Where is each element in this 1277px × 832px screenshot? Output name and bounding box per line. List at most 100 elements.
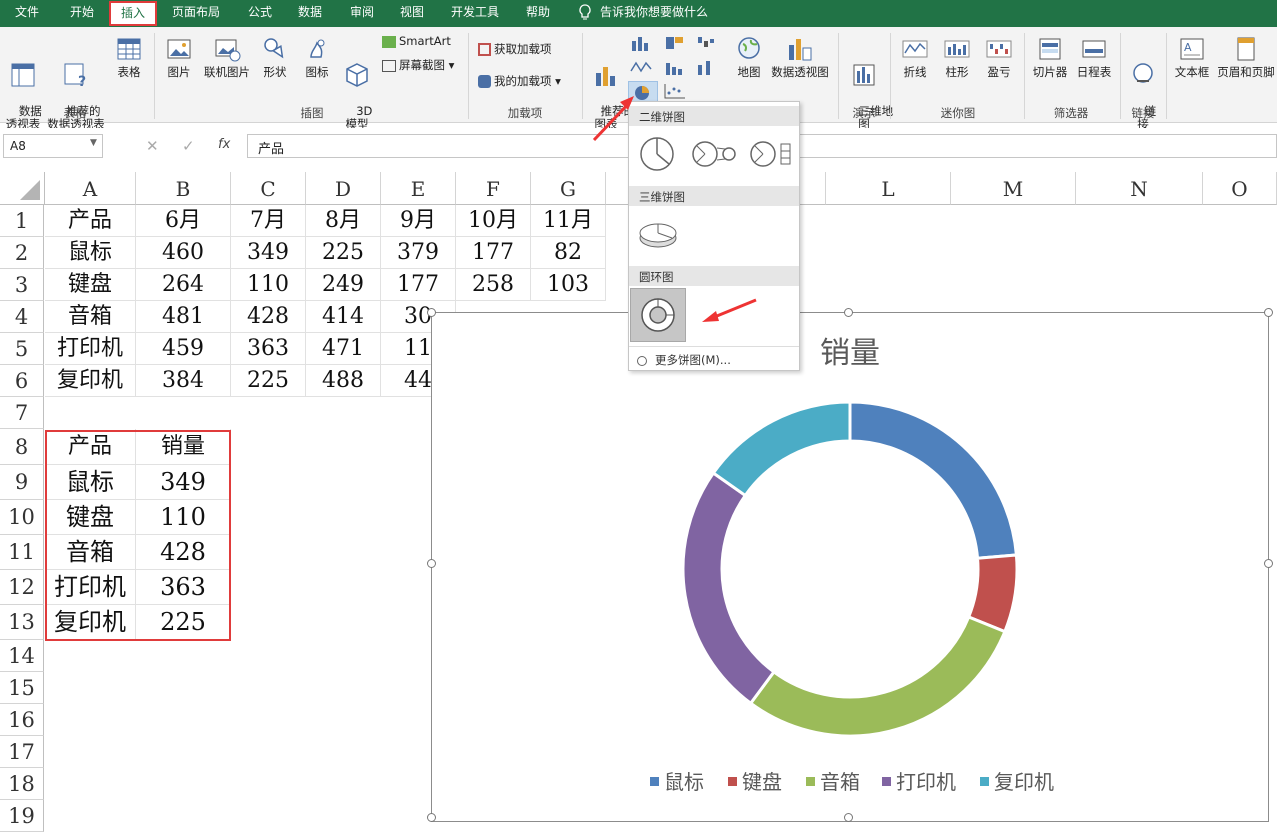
row-header[interactable]: 2: [0, 237, 44, 269]
column-header[interactable]: G: [531, 172, 606, 205]
resize-handle-sw[interactable]: [427, 813, 436, 822]
screenshot-button[interactable]: 屏幕截图 ▾: [382, 59, 454, 72]
donut-chart[interactable]: 销量 鼠标 键盘 音箱 打印机 复印机: [431, 312, 1269, 822]
donut-slice-2[interactable]: [748, 615, 1007, 738]
row-header[interactable]: 1: [0, 205, 44, 237]
column-header[interactable]: C: [231, 172, 306, 205]
row-header[interactable]: 19: [0, 800, 44, 832]
textbox-button[interactable]: A 文本框: [1172, 35, 1212, 79]
cell[interactable]: 384: [136, 365, 231, 397]
chevron-down-icon[interactable]: ▼: [90, 138, 97, 148]
row-header[interactable]: 3: [0, 269, 44, 301]
cell[interactable]: 488: [306, 365, 381, 397]
tab-file[interactable]: 文件: [8, 0, 46, 27]
row-header[interactable]: 8: [0, 429, 44, 465]
tab-formulas[interactable]: 公式: [240, 0, 280, 27]
cell[interactable]: 258: [456, 269, 531, 301]
row-header[interactable]: 7: [0, 397, 44, 429]
donut-option[interactable]: [630, 288, 686, 342]
slicer-button[interactable]: 切片器: [1030, 35, 1070, 79]
row-header[interactable]: 15: [0, 672, 44, 704]
waterfall-chart-button[interactable]: [696, 35, 718, 54]
combo-chart-button[interactable]: [696, 59, 718, 78]
column-chart-button[interactable]: [630, 35, 652, 54]
row-header[interactable]: 16: [0, 704, 44, 736]
donut-slice-0[interactable]: [848, 400, 1019, 560]
more-pie-charts-link[interactable]: 更多饼图(M)...: [637, 352, 731, 368]
cell[interactable]: 9月: [381, 205, 456, 237]
row-header[interactable]: 12: [0, 570, 44, 605]
cell[interactable]: 249: [306, 269, 381, 301]
chart-title[interactable]: 销量: [820, 337, 880, 370]
cell[interactable]: 264: [136, 269, 231, 301]
tab-page-layout[interactable]: 页面布局: [166, 0, 226, 27]
cell[interactable]: 177: [381, 269, 456, 301]
cell[interactable]: 产品: [45, 205, 136, 237]
row-header[interactable]: 17: [0, 736, 44, 768]
cell[interactable]: 打印机: [45, 333, 136, 365]
line-chart-button[interactable]: [630, 59, 652, 78]
cell[interactable]: 82: [531, 237, 606, 269]
cell[interactable]: 音箱: [45, 301, 136, 333]
get-addins-button[interactable]: 获取加载项: [478, 43, 552, 56]
map-button[interactable]: 地图: [734, 35, 764, 79]
row-header[interactable]: 14: [0, 640, 44, 672]
column-header[interactable]: B: [136, 172, 231, 205]
tab-home[interactable]: 开始: [62, 0, 102, 27]
shapes-button[interactable]: 形状: [258, 35, 292, 79]
cell[interactable]: 鼠标: [45, 237, 136, 269]
row-header[interactable]: 5: [0, 333, 44, 365]
cell[interactable]: 414: [306, 301, 381, 333]
cell[interactable]: 6月: [136, 205, 231, 237]
picture-button[interactable]: 图片: [162, 35, 196, 79]
legend-label[interactable]: 鼠标: [664, 771, 704, 794]
tab-data[interactable]: 数据: [290, 0, 330, 27]
icons-button[interactable]: 图标: [300, 35, 334, 79]
cell[interactable]: 225: [231, 365, 306, 397]
legend-label[interactable]: 复印机: [994, 771, 1054, 794]
cell[interactable]: 177: [456, 237, 531, 269]
row-header[interactable]: 10: [0, 500, 44, 535]
pie-2d-option[interactable]: [637, 134, 677, 174]
column-header[interactable]: A: [45, 172, 136, 205]
pivotchart-button[interactable]: 数据透视图: [770, 35, 830, 79]
cell[interactable]: 11月: [531, 205, 606, 237]
cell[interactable]: 8月: [306, 205, 381, 237]
cell[interactable]: 379: [381, 237, 456, 269]
pie-3d-option[interactable]: [637, 214, 679, 254]
enter-icon[interactable]: ✓: [182, 137, 195, 155]
legend-label[interactable]: 键盘: [742, 771, 782, 794]
resize-handle-s[interactable]: [844, 813, 853, 822]
cell[interactable]: 103: [531, 269, 606, 301]
table-button[interactable]: 表格: [112, 35, 146, 79]
tab-developer[interactable]: 开发工具: [444, 0, 506, 27]
cell[interactable]: 225: [306, 237, 381, 269]
donut-slice-3[interactable]: [681, 470, 776, 706]
tab-review[interactable]: 审阅: [342, 0, 382, 27]
legend-label[interactable]: 音箱: [820, 771, 860, 794]
resize-handle-n[interactable]: [844, 308, 853, 317]
cell[interactable]: 7月: [231, 205, 306, 237]
column-header[interactable]: L: [826, 172, 951, 205]
row-header[interactable]: 11: [0, 535, 44, 570]
row-header[interactable]: 6: [0, 365, 44, 397]
tab-help[interactable]: 帮助: [518, 0, 558, 27]
cell[interactable]: 459: [136, 333, 231, 365]
cell[interactable]: 363: [231, 333, 306, 365]
row-header[interactable]: 18: [0, 768, 44, 800]
timeline-button[interactable]: 日程表: [1074, 35, 1114, 79]
cancel-icon[interactable]: ✕: [146, 137, 159, 155]
cell[interactable]: 460: [136, 237, 231, 269]
resize-handle-ne[interactable]: [1264, 308, 1273, 317]
bar-of-pie-option[interactable]: [747, 134, 797, 174]
row-header[interactable]: 13: [0, 605, 44, 640]
scatter-chart-button[interactable]: [664, 83, 686, 102]
stat-chart-button[interactable]: [664, 59, 686, 78]
row-header[interactable]: 9: [0, 465, 44, 500]
donut-slice-4[interactable]: [711, 400, 852, 498]
resize-handle-e[interactable]: [1264, 559, 1273, 568]
cell[interactable]: 349: [231, 237, 306, 269]
resize-handle-w[interactable]: [427, 559, 436, 568]
row-header[interactable]: 4: [0, 301, 44, 333]
name-box[interactable]: A8: [3, 134, 103, 158]
